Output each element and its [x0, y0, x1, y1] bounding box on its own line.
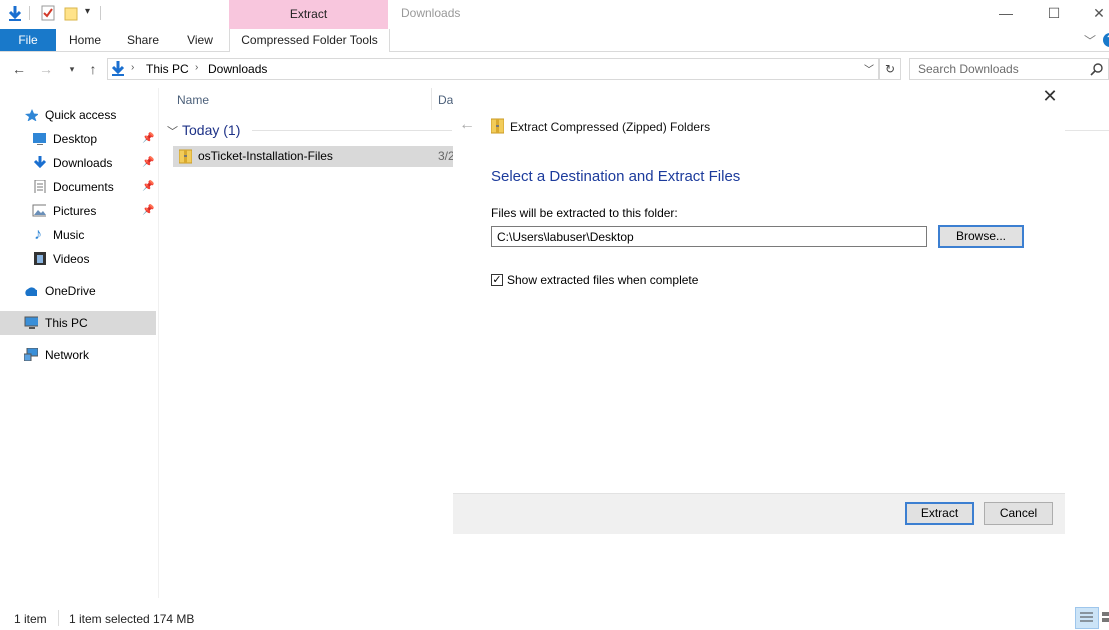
search-box[interactable]: Search Downloads — [909, 58, 1109, 80]
pin-icon: 📌 — [142, 205, 155, 216]
status-divider — [58, 610, 59, 626]
title-bar — [0, 0, 1109, 29]
search-input[interactable]: Search Downloads — [918, 62, 1019, 76]
nav-quick-access[interactable]: Quick access — [0, 103, 156, 127]
zip-folder-icon — [491, 118, 504, 134]
refresh-icon[interactable]: ↻ — [879, 58, 901, 80]
nav-item-downloads[interactable]: Downloads 📌 — [0, 151, 156, 175]
nav-label: Pictures — [53, 204, 97, 218]
nav-network[interactable]: Network — [0, 343, 156, 367]
column-header-date[interactable]: Da — [438, 93, 453, 107]
tab-file[interactable]: File — [0, 29, 56, 51]
destination-path-input[interactable] — [491, 226, 927, 247]
qat-divider — [100, 6, 101, 20]
breadcrumb-chevron-icon[interactable]: › — [195, 62, 198, 73]
extract-dialog — [453, 84, 1065, 533]
dialog-heading: Select a Destination and Extract Files — [491, 168, 741, 185]
properties-icon[interactable] — [40, 4, 56, 22]
group-divider — [252, 130, 452, 131]
star-icon — [25, 109, 38, 121]
address-dropdown-icon[interactable]: ﹀ — [864, 61, 874, 76]
breadcrumb-this-pc[interactable]: This PC — [146, 62, 189, 76]
extract-context-tab[interactable]: Extract — [229, 0, 388, 29]
show-extracted-files-checkbox[interactable]: ✓ — [491, 274, 503, 286]
address-bar[interactable]: › This PC › Downloads ﹀ — [107, 58, 879, 80]
ribbon-bar — [0, 29, 1109, 52]
details-view-icon[interactable] — [1075, 607, 1099, 629]
nav-label: Network — [45, 348, 90, 362]
show-extracted-files-label[interactable]: Show extracted files when complete — [507, 273, 698, 287]
qat-dropdown-icon[interactable]: ▾ — [85, 6, 90, 17]
nav-label: Documents — [53, 180, 114, 194]
status-selection: 1 item selected 174 MB — [69, 612, 195, 626]
zip-folder-icon — [179, 149, 192, 164]
download-folder-icon — [111, 61, 125, 76]
nav-label: Videos — [53, 252, 90, 266]
forward-arrow-icon[interactable]: → — [36, 60, 56, 78]
ribbon-expand-icon[interactable]: ﹀ — [1084, 32, 1096, 49]
window-title: Downloads — [401, 6, 461, 20]
browse-button[interactable]: Browse... — [938, 225, 1024, 248]
destination-label: Files will be extracted to this folder: — [491, 206, 678, 220]
tab-home[interactable]: Home — [62, 29, 108, 51]
dialog-title: Extract Compressed (Zipped) Folders — [510, 120, 711, 134]
tab-compressed-folder-tools[interactable]: Compressed Folder Tools — [229, 29, 390, 52]
breadcrumb-downloads[interactable]: Downloads — [208, 62, 267, 76]
network-icon — [24, 348, 38, 361]
pin-icon: 📌 — [142, 157, 155, 168]
download-folder-icon — [33, 156, 47, 169]
nav-label: Downloads — [53, 156, 113, 170]
up-arrow-icon[interactable]: ↑ — [83, 60, 103, 78]
computer-icon — [24, 316, 38, 329]
nav-item-pictures[interactable]: Pictures 📌 — [0, 199, 156, 223]
nav-item-music[interactable]: ♪ Music — [0, 223, 156, 247]
file-name: osTicket-Installation-Files — [198, 149, 333, 163]
pin-icon: 📌 — [142, 181, 155, 192]
qat-divider — [29, 6, 30, 20]
search-icon[interactable] — [1090, 63, 1103, 76]
status-item-count: 1 item — [14, 612, 47, 626]
documents-icon — [34, 180, 46, 193]
music-icon: ♪ — [34, 226, 42, 243]
maximize-button[interactable]: ☐ — [1031, 0, 1077, 28]
desktop-icon — [33, 133, 46, 145]
cloud-icon — [25, 287, 37, 296]
group-label: Today (1) — [182, 122, 241, 138]
large-icons-view-icon[interactable] — [1100, 607, 1109, 627]
collapse-chevron-icon[interactable]: ﹀ — [167, 126, 178, 138]
column-header-name[interactable]: Name — [177, 93, 209, 107]
minimize-button[interactable]: — — [983, 0, 1029, 28]
nav-label: Quick access — [45, 108, 117, 122]
videos-icon — [34, 252, 46, 265]
dialog-close-button[interactable]: ✕ — [1040, 86, 1060, 106]
close-window-button[interactable]: ✕ — [1076, 0, 1109, 28]
nav-label: Desktop — [53, 132, 98, 146]
download-arrow-icon — [8, 6, 22, 21]
file-row[interactable]: osTicket-Installation-Files 3/2 — [173, 146, 455, 167]
pictures-icon — [32, 204, 46, 217]
group-divider-tail — [1065, 130, 1109, 131]
breadcrumb-chevron-icon[interactable]: › — [131, 62, 134, 73]
tab-share[interactable]: Share — [120, 29, 166, 51]
dialog-back-arrow-icon[interactable]: ← — [459, 116, 475, 134]
cancel-button[interactable]: Cancel — [984, 502, 1053, 525]
extract-button[interactable]: Extract — [905, 502, 974, 525]
nav-this-pc[interactable]: This PC — [0, 311, 156, 335]
nav-label: This PC — [45, 316, 88, 330]
recent-locations-icon[interactable]: ▾ — [62, 60, 82, 78]
new-folder-icon[interactable] — [63, 4, 79, 22]
back-arrow-icon[interactable]: ← — [9, 60, 29, 78]
nav-label: Music — [53, 228, 85, 242]
nav-item-documents[interactable]: Documents 📌 — [0, 175, 156, 199]
nav-onedrive[interactable]: OneDrive — [0, 279, 156, 303]
tab-view[interactable]: View — [177, 29, 223, 51]
group-header-today[interactable]: ﹀ Today (1) — [167, 122, 240, 139]
column-separator[interactable] — [431, 88, 432, 110]
nav-item-videos[interactable]: Videos — [0, 247, 156, 271]
pane-divider[interactable] — [158, 88, 159, 598]
nav-item-desktop[interactable]: Desktop 📌 — [0, 127, 156, 151]
pin-icon: 📌 — [142, 133, 155, 144]
nav-label: OneDrive — [45, 284, 96, 298]
